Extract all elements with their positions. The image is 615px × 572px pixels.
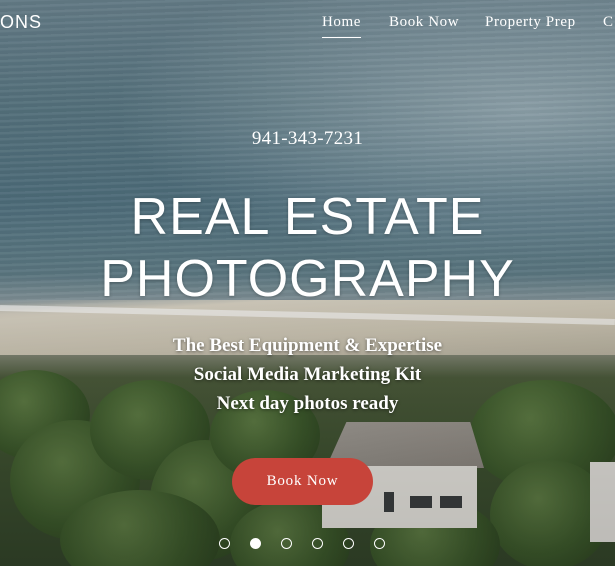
- hero-headline: REAL ESTATE PHOTOGRAPHY: [0, 186, 615, 310]
- nav-home[interactable]: Home: [322, 14, 362, 38]
- headline-line-1: REAL ESTATE: [130, 188, 485, 246]
- phone-number[interactable]: 941-343-7231: [0, 128, 615, 150]
- sub-line: Social Media Marketing Kit: [193, 364, 422, 385]
- page-section-divider: [0, 566, 615, 572]
- site-logo[interactable]: ONS: [0, 12, 42, 33]
- book-now-button[interactable]: Book Now: [232, 458, 373, 505]
- hero-subtext: The Best Equipment & Expertise Social Me…: [0, 331, 615, 418]
- headline-line-2: PHOTOGRAPHY: [100, 250, 515, 308]
- nav-book-now[interactable]: Book Now: [389, 14, 459, 31]
- sub-line: Next day photos ready: [216, 393, 399, 414]
- nav-property-prep[interactable]: Property Prep: [485, 14, 576, 31]
- sub-line: The Best Equipment & Expertise: [172, 335, 443, 356]
- slide-dot[interactable]: [250, 538, 261, 549]
- slide-dot[interactable]: [343, 538, 354, 549]
- slide-dot[interactable]: [312, 538, 323, 549]
- slide-dot[interactable]: [219, 538, 230, 549]
- nav-more-truncated[interactable]: C: [603, 14, 614, 31]
- slide-dot[interactable]: [374, 538, 385, 549]
- slide-dot[interactable]: [281, 538, 292, 549]
- slideshow-pagination: [219, 538, 389, 550]
